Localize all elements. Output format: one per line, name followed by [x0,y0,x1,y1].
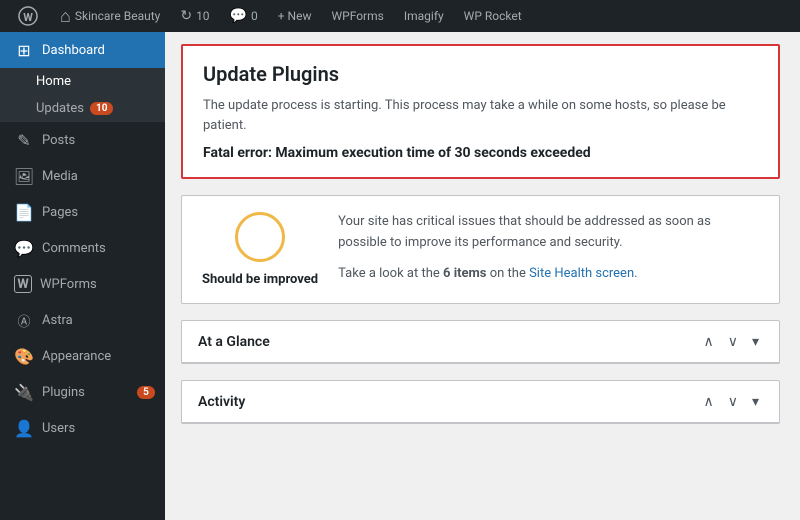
updates-badge: 10 [90,102,113,115]
media-icon: 🖼 [14,167,34,186]
activity-header[interactable]: Activity ∧ ∨ ▾ [182,381,779,423]
at-a-glance-menu[interactable]: ▾ [748,331,763,352]
sidebar-item-updates[interactable]: Updates 10 [0,95,165,122]
sidebar-item-wpforms[interactable]: W WPForms [0,266,165,302]
plugins-badge: 5 [137,386,155,399]
imagify-menu[interactable]: Imagify [396,0,452,32]
sidebar-item-media[interactable]: 🖼 Media [0,158,165,194]
activity-menu[interactable]: ▾ [748,391,763,412]
update-process-message: The update process is starting. This pro… [203,96,758,135]
sidebar-item-home[interactable]: Home [0,68,165,95]
sidebar-item-astra[interactable]: Ⓐ Astra [0,302,165,338]
health-items-mid: on the [487,266,530,281]
wp-rocket-menu[interactable]: WP Rocket [456,0,530,32]
pages-icon: 📄 [14,203,34,222]
at-a-glance-collapse-down[interactable]: ∨ [724,331,742,352]
health-period: . [634,266,637,281]
plugins-icon: 🔌 [14,383,34,402]
update-plugins-title: Update Plugins [203,62,758,86]
at-a-glance-title: At a Glance [198,334,270,350]
sidebar-item-plugins[interactable]: 🔌 Plugins 5 [0,374,165,410]
comments-link[interactable]: 💬 0 [222,0,266,32]
sidebar-item-dashboard[interactable]: ⊞ Dashboard [0,32,165,68]
at-a-glance-header[interactable]: At a Glance ∧ ∨ ▾ [182,321,779,363]
sidebar-submenu-dashboard: Home Updates 10 [0,68,165,122]
update-plugins-box: Update Plugins The update process is sta… [181,44,780,179]
new-content-button[interactable]: + New [270,0,320,32]
sidebar-item-appearance[interactable]: 🎨 Appearance [0,338,165,374]
posts-icon: ✎ [14,131,34,150]
svg-text:W: W [23,11,33,24]
site-name[interactable]: ⌂ Skincare Beauty [52,0,168,32]
users-icon: 👤 [14,419,34,438]
sidebar: ⊞ Dashboard Home Updates 10 ✎ Posts 🖼 Me… [0,32,165,520]
updates-link[interactable]: ↻ 10 [172,0,217,32]
at-a-glance-collapse-up[interactable]: ∧ [699,331,717,352]
health-items-count: 6 items [443,266,487,281]
health-status-wrap: Should be improved [202,212,318,287]
wpforms-icon: W [14,275,32,293]
wpforms-menu[interactable]: WPForms [323,0,391,32]
sidebar-item-users[interactable]: 👤 Users [0,410,165,446]
activity-title: Activity [198,394,245,410]
activity-panel: Activity ∧ ∨ ▾ [181,380,780,424]
activity-collapse-up[interactable]: ∧ [699,391,717,412]
at-a-glance-panel: At a Glance ∧ ∨ ▾ [181,320,780,364]
appearance-icon: 🎨 [14,347,34,366]
site-health-link[interactable]: Site Health screen [529,266,634,281]
wp-logo[interactable]: W [8,0,48,32]
sidebar-item-posts[interactable]: ✎ Posts [0,122,165,158]
dashboard-icon: ⊞ [14,41,34,60]
astra-icon: Ⓐ [14,311,34,330]
activity-collapse-down[interactable]: ∨ [724,391,742,412]
health-status-label: Should be improved [202,272,318,287]
admin-bar: W ⌂ Skincare Beauty ↻ 10 💬 0 + New WPFor… [0,0,800,32]
fatal-error-message: Fatal error: Maximum execution time of 3… [203,145,758,161]
health-circle [235,212,285,262]
health-description: Your site has critical issues that shoul… [338,212,759,284]
at-a-glance-controls: ∧ ∨ ▾ [699,331,763,352]
sidebar-item-comments[interactable]: 💬 Comments [0,230,165,266]
site-health-box: Should be improved Your site has critica… [181,195,780,304]
health-items-prefix: Take a look at the [338,266,443,281]
sidebar-item-pages[interactable]: 📄 Pages [0,194,165,230]
main-content: Update Plugins The update process is sta… [165,32,800,520]
activity-controls: ∧ ∨ ▾ [699,391,763,412]
comments-icon: 💬 [14,239,34,258]
